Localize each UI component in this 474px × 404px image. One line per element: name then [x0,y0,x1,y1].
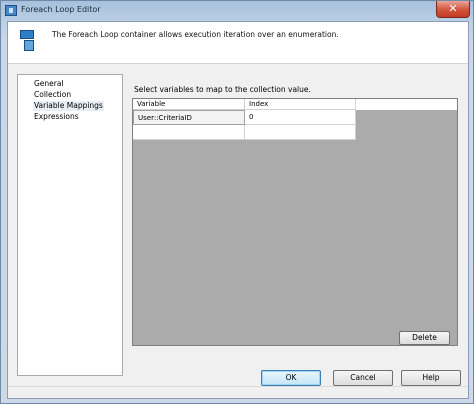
index-cell[interactable]: 0 [245,110,356,125]
window-title: Foreach Loop Editor [21,5,101,14]
header-description: The Foreach Loop container allows execut… [52,30,339,39]
help-button[interactable]: Help [401,370,461,386]
nav-item-general[interactable]: General [33,79,65,89]
variable-cell[interactable]: User::CriteriaID [133,110,245,125]
nav-item-variable-mappings[interactable]: Variable Mappings [33,101,104,111]
cancel-button[interactable]: Cancel [333,370,393,386]
delete-button[interactable]: Delete [399,331,450,345]
variable-cell[interactable] [133,125,245,140]
app-icon [5,5,17,16]
index-cell[interactable] [245,125,356,140]
nav-panel: General Collection Variable Mappings Exp… [17,74,123,376]
header-band: The Foreach Loop container allows execut… [8,22,468,64]
column-header-variable[interactable]: Variable [133,99,245,110]
dialog-body: The Foreach Loop container allows execut… [7,21,469,399]
column-header-index[interactable]: Index [245,99,356,110]
foreach-container-icon [20,30,36,52]
nav-item-collection[interactable]: Collection [33,90,72,100]
footer-separator [8,386,468,387]
table-row[interactable]: User::CriteriaID 0 [133,110,356,125]
close-button[interactable]: ✕ [436,1,470,18]
instruction-text: Select variables to map to the collectio… [134,85,311,94]
nav-item-expressions[interactable]: Expressions [33,112,80,122]
foreach-loop-editor-window: Foreach Loop Editor ✕ The Foreach Loop c… [0,0,474,404]
grid-header: Variable Index [133,99,457,110]
variable-mappings-grid[interactable]: Variable Index User::CriteriaID 0 [132,98,458,346]
table-row[interactable] [133,125,356,140]
title-bar[interactable]: Foreach Loop Editor ✕ [1,1,473,21]
ok-button[interactable]: OK [261,370,321,386]
